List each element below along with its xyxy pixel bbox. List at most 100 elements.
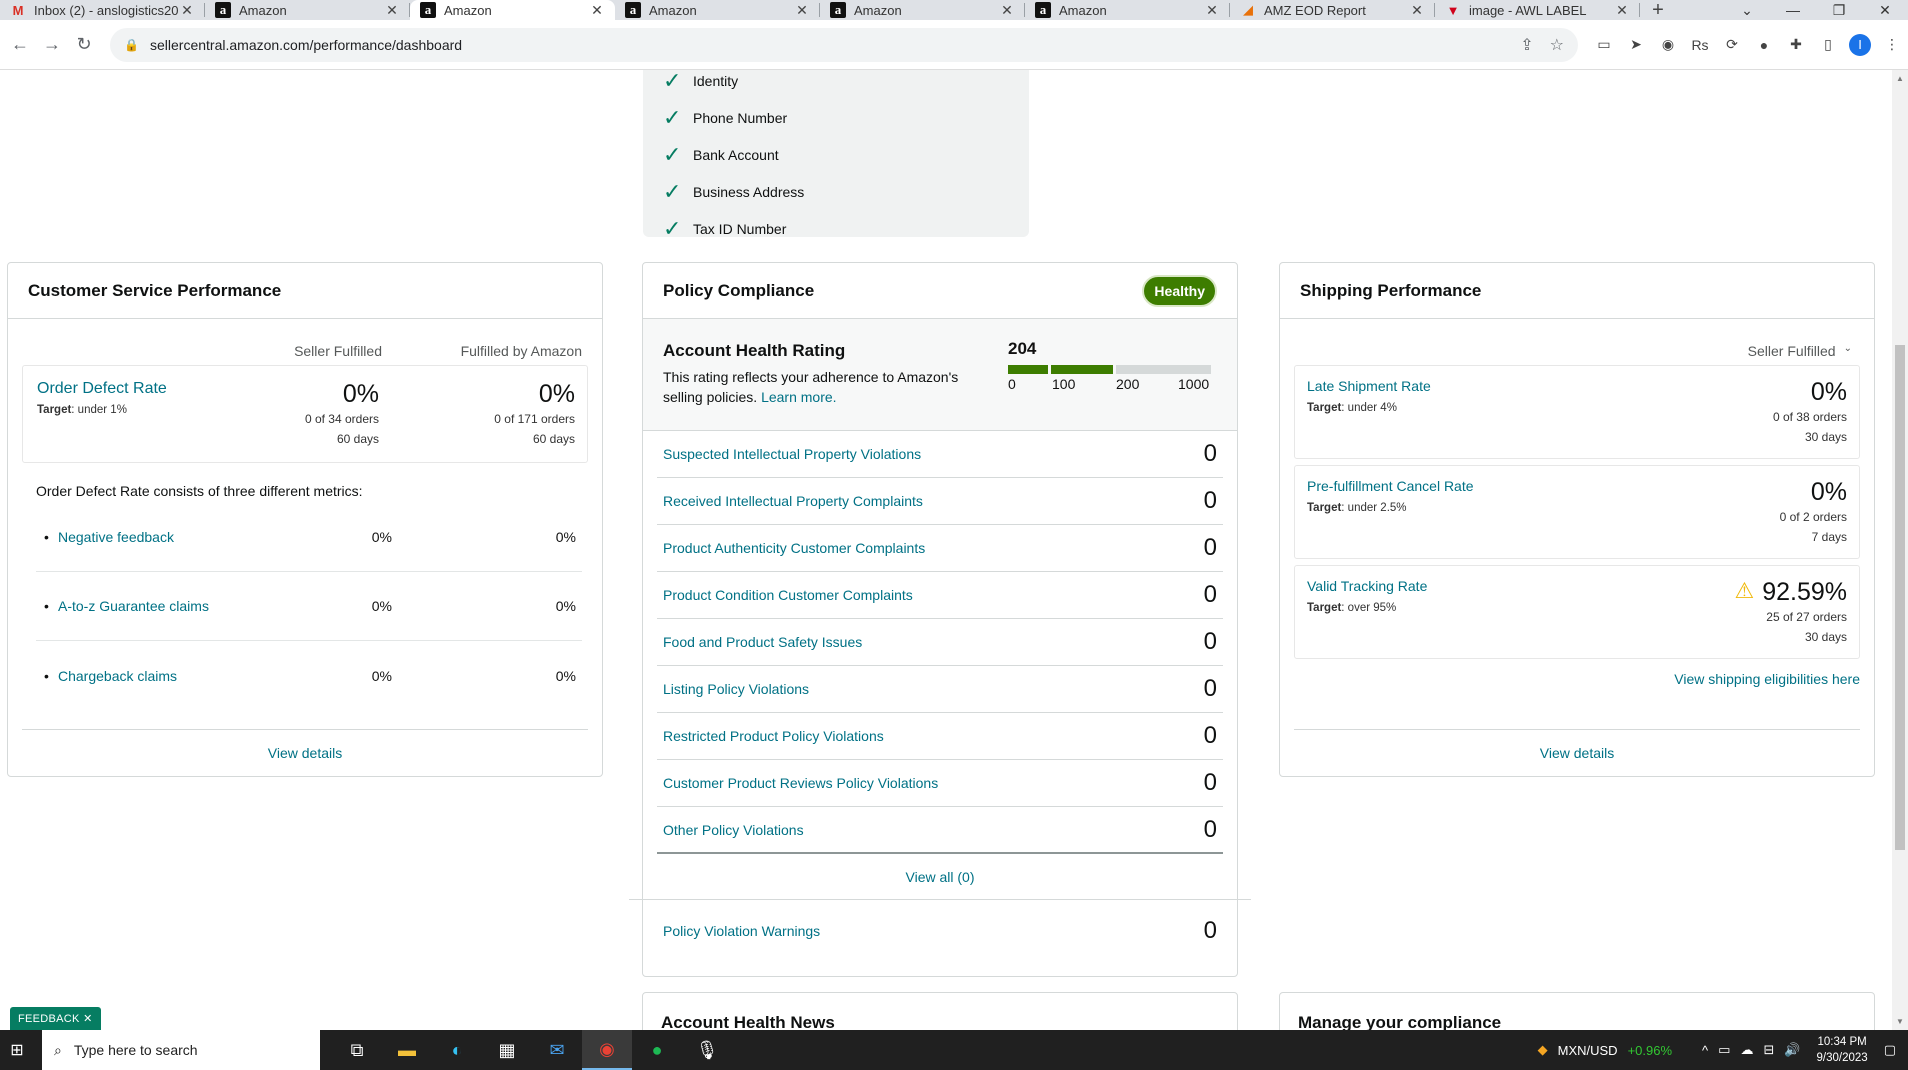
address-bar[interactable]: 🔒 sellercentral.amazon.com/performance/d… <box>110 27 1578 62</box>
policy-warnings-row: Policy Violation Warnings 0 <box>643 900 1237 962</box>
chevron-up-icon[interactable]: ^ <box>1702 1043 1708 1058</box>
back-icon[interactable]: ← <box>4 29 36 61</box>
windows-taskbar: ⊞ ⌕ Type here to search ⧉ ▬ ◐ ▦ ✉ ◉ ● 🎙 … <box>0 1030 1908 1070</box>
volume-icon[interactable]: 🔊 <box>1784 1042 1800 1058</box>
mail-icon[interactable]: ✉ <box>532 1030 582 1070</box>
violation-link[interactable]: Restricted Product Policy Violations <box>663 728 884 744</box>
violation-row: Food and Product Safety Issues 0 <box>657 619 1223 666</box>
browser-tab[interactable]: ▼ image - AWL LABEL ✕ <box>1435 0 1640 20</box>
side-panel-icon[interactable]: ▯ <box>1812 29 1844 61</box>
system-tray: ◆ MXN/USD +0.96% ^ ▭ ☁ ⊟ 🔊 10:34 PM 9/30… <box>1538 1034 1908 1066</box>
restore-icon[interactable]: ❐ <box>1816 0 1862 20</box>
tab-close-icon[interactable]: ✕ <box>794 2 810 19</box>
forward-icon[interactable]: → <box>36 29 68 61</box>
shipping-metric-link[interactable]: Late Shipment Rate <box>1307 378 1431 394</box>
browser-tab[interactable]: a Amazon ✕ <box>205 0 410 20</box>
verification-item: ✓ Business Address <box>663 178 805 204</box>
shipping-eligibility-link[interactable]: View shipping eligibilities here <box>1674 671 1860 687</box>
edge-icon[interactable]: ◐ <box>432 1030 482 1070</box>
extension-arrow-icon[interactable]: ➤ <box>1620 29 1652 61</box>
sub-metric-link[interactable]: A-to-z Guarantee claims <box>58 598 582 614</box>
violation-link[interactable]: Received Intellectual Property Complaint… <box>663 493 923 509</box>
violation-row: Listing Policy Violations 0 <box>657 666 1223 713</box>
clock[interactable]: 10:34 PM 9/30/2023 <box>1817 1034 1868 1066</box>
browser-tab[interactable]: ◢ AMZ EOD Report ✕ <box>1230 0 1435 20</box>
tab-close-icon[interactable]: ✕ <box>1614 2 1630 19</box>
tab-search-icon[interactable]: ⌄ <box>1724 0 1770 20</box>
browser-tab[interactable]: a Amazon ✕ <box>820 0 1025 20</box>
extension-globe-icon[interactable]: ◉ <box>1652 29 1684 61</box>
violation-link[interactable]: Listing Policy Violations <box>663 681 809 697</box>
shipping-metric-link[interactable]: Valid Tracking Rate <box>1307 578 1427 594</box>
violation-link[interactable]: Product Authenticity Customer Complaints <box>663 540 925 556</box>
tab-close-icon[interactable]: ✕ <box>179 2 195 19</box>
spotify-icon[interactable]: ● <box>632 1030 682 1070</box>
share-icon[interactable]: ⇪ <box>1520 35 1533 55</box>
tab-close-icon[interactable]: ✕ <box>999 2 1015 19</box>
fulfillment-selector[interactable]: Seller Fulfilled ⌄ <box>1280 319 1874 365</box>
gauge-segment-mid <box>1051 365 1113 374</box>
minimize-icon[interactable]: — <box>1770 0 1816 20</box>
microphone-icon[interactable]: 🎙 <box>682 1030 732 1070</box>
extensions-puzzle-icon[interactable]: ✚ <box>1780 29 1812 61</box>
col-seller-fulfilled: Seller Fulfilled <box>294 343 382 359</box>
scroll-down-icon[interactable]: ▼ <box>1892 1017 1908 1026</box>
sp-view-details-link[interactable]: View details <box>1540 745 1614 761</box>
store-icon[interactable]: ▦ <box>482 1030 532 1070</box>
task-view-icon[interactable]: ⧉ <box>332 1030 382 1070</box>
profile-button[interactable]: I <box>1844 29 1876 61</box>
close-window-icon[interactable]: ✕ <box>1862 0 1908 20</box>
close-icon[interactable]: ✕ <box>83 1013 93 1025</box>
csp-view-details-link[interactable]: View details <box>268 745 342 761</box>
browser-tab[interactable]: a Amazon ✕ <box>615 0 820 20</box>
bookmark-star-icon[interactable]: ☆ <box>1550 35 1564 55</box>
odr-seller-metric: 0% 0 of 34 orders 60 days <box>304 380 379 446</box>
shipping-metric-box: Valid Tracking Rate Target: over 95% ⚠ 92.5… <box>1294 565 1860 659</box>
tab-close-icon[interactable]: ✕ <box>589 2 605 19</box>
scrollbar-thumb[interactable] <box>1895 345 1905 850</box>
gauge-tick: 1000 <box>1178 376 1210 392</box>
odr-link[interactable]: Order Defect Rate <box>37 380 167 397</box>
browser-tab[interactable]: M Inbox (2) - anslogistics202 ✕ <box>0 0 205 20</box>
extension-rs-icon[interactable]: Rs <box>1684 29 1716 61</box>
extension-circle-icon[interactable]: ● <box>1748 29 1780 61</box>
odr-sub-metric-row: • Chargeback claims 0% 0% <box>36 641 582 710</box>
extension-off-icon[interactable]: ▭ <box>1588 29 1620 61</box>
account-health-news-title: Account Health News <box>661 1013 835 1030</box>
view-all-link[interactable]: View all (0) <box>906 869 975 885</box>
violation-link[interactable]: Customer Product Reviews Policy Violatio… <box>663 775 938 791</box>
chrome-icon[interactable]: ◉ <box>582 1030 632 1070</box>
sub-metric-link[interactable]: Negative feedback <box>58 529 582 545</box>
windows-start-icon[interactable]: ⊞ <box>4 1040 30 1060</box>
browser-tab[interactable]: a Amazon ✕ <box>410 0 615 20</box>
shipping-metric-value: 0% 0 of 38 orders 30 days <box>1772 378 1847 444</box>
feedback-button[interactable]: FEEDBACK ✕ <box>10 1007 101 1030</box>
notifications-icon[interactable]: ▢ <box>1884 1042 1896 1058</box>
tab-close-icon[interactable]: ✕ <box>1409 2 1425 19</box>
extension-sync-icon[interactable]: ⟳ <box>1716 29 1748 61</box>
scroll-up-icon[interactable]: ▲ <box>1892 74 1908 83</box>
browser-tab[interactable]: a Amazon ✕ <box>1025 0 1230 20</box>
tab-close-icon[interactable]: ✕ <box>384 2 400 19</box>
network-icon[interactable]: ⊟ <box>1763 1042 1774 1058</box>
page-scrollbar[interactable]: ▲ ▼ <box>1892 70 1908 1030</box>
reload-icon[interactable]: ↻ <box>68 29 100 61</box>
manage-compliance-card: Manage your compliance <box>1279 992 1875 1030</box>
browser-menu-icon[interactable]: ⋮ <box>1876 29 1908 61</box>
currency-ticker[interactable]: ◆ MXN/USD +0.96% <box>1538 1042 1672 1058</box>
policy-warnings-link[interactable]: Policy Violation Warnings <box>663 923 820 939</box>
learn-more-link[interactable]: Learn more. <box>761 389 836 405</box>
new-tab-button[interactable]: + <box>1640 0 1676 21</box>
shipping-metric-link[interactable]: Pre-fulfillment Cancel Rate <box>1307 478 1474 494</box>
violation-link[interactable]: Food and Product Safety Issues <box>663 634 862 650</box>
violation-link[interactable]: Suspected Intellectual Property Violatio… <box>663 446 921 462</box>
violation-link[interactable]: Product Condition Customer Complaints <box>663 587 913 603</box>
sub-metric-link[interactable]: Chargeback claims <box>58 668 582 684</box>
violation-link[interactable]: Other Policy Violations <box>663 822 804 838</box>
file-explorer-icon[interactable]: ▬ <box>382 1030 432 1070</box>
device-icon[interactable]: ▭ <box>1718 1042 1730 1058</box>
taskbar-search[interactable]: ⌕ Type here to search <box>42 1030 320 1070</box>
onedrive-icon[interactable]: ☁ <box>1740 1042 1753 1058</box>
violation-count: 0 <box>1203 769 1217 796</box>
tab-close-icon[interactable]: ✕ <box>1204 2 1220 19</box>
